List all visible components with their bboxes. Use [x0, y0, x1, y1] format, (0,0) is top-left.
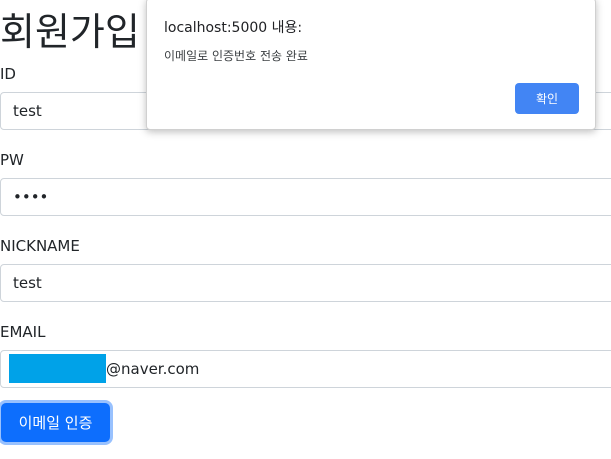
dialog-ok-button[interactable]: 확인 [515, 83, 579, 114]
redacted-email-user [9, 354, 106, 383]
nickname-label: NICKNAME [0, 237, 80, 255]
dialog-message: 이메일로 인증번호 전송 완료 [164, 49, 308, 63]
id-label: ID [0, 65, 16, 83]
pw-label: PW [0, 151, 24, 169]
email-domain-text: @naver.com [106, 360, 200, 378]
dialog-origin-title: localhost:5000 내용: [164, 20, 303, 36]
email-label: EMAIL [0, 323, 46, 341]
email-verify-button[interactable]: 이메일 인증 [1, 403, 110, 442]
alert-dialog: localhost:5000 내용: 이메일로 인증번호 전송 완료 확인 [146, 0, 596, 130]
email-input[interactable]: @naver.com [0, 350, 611, 388]
signup-page: 회원가입 ID PW NICKNAME EMAIL @naver.com 이메일… [0, 0, 611, 459]
pw-input[interactable] [0, 178, 611, 216]
page-title: 회원가입 [0, 10, 140, 54]
nickname-input[interactable] [0, 264, 611, 302]
